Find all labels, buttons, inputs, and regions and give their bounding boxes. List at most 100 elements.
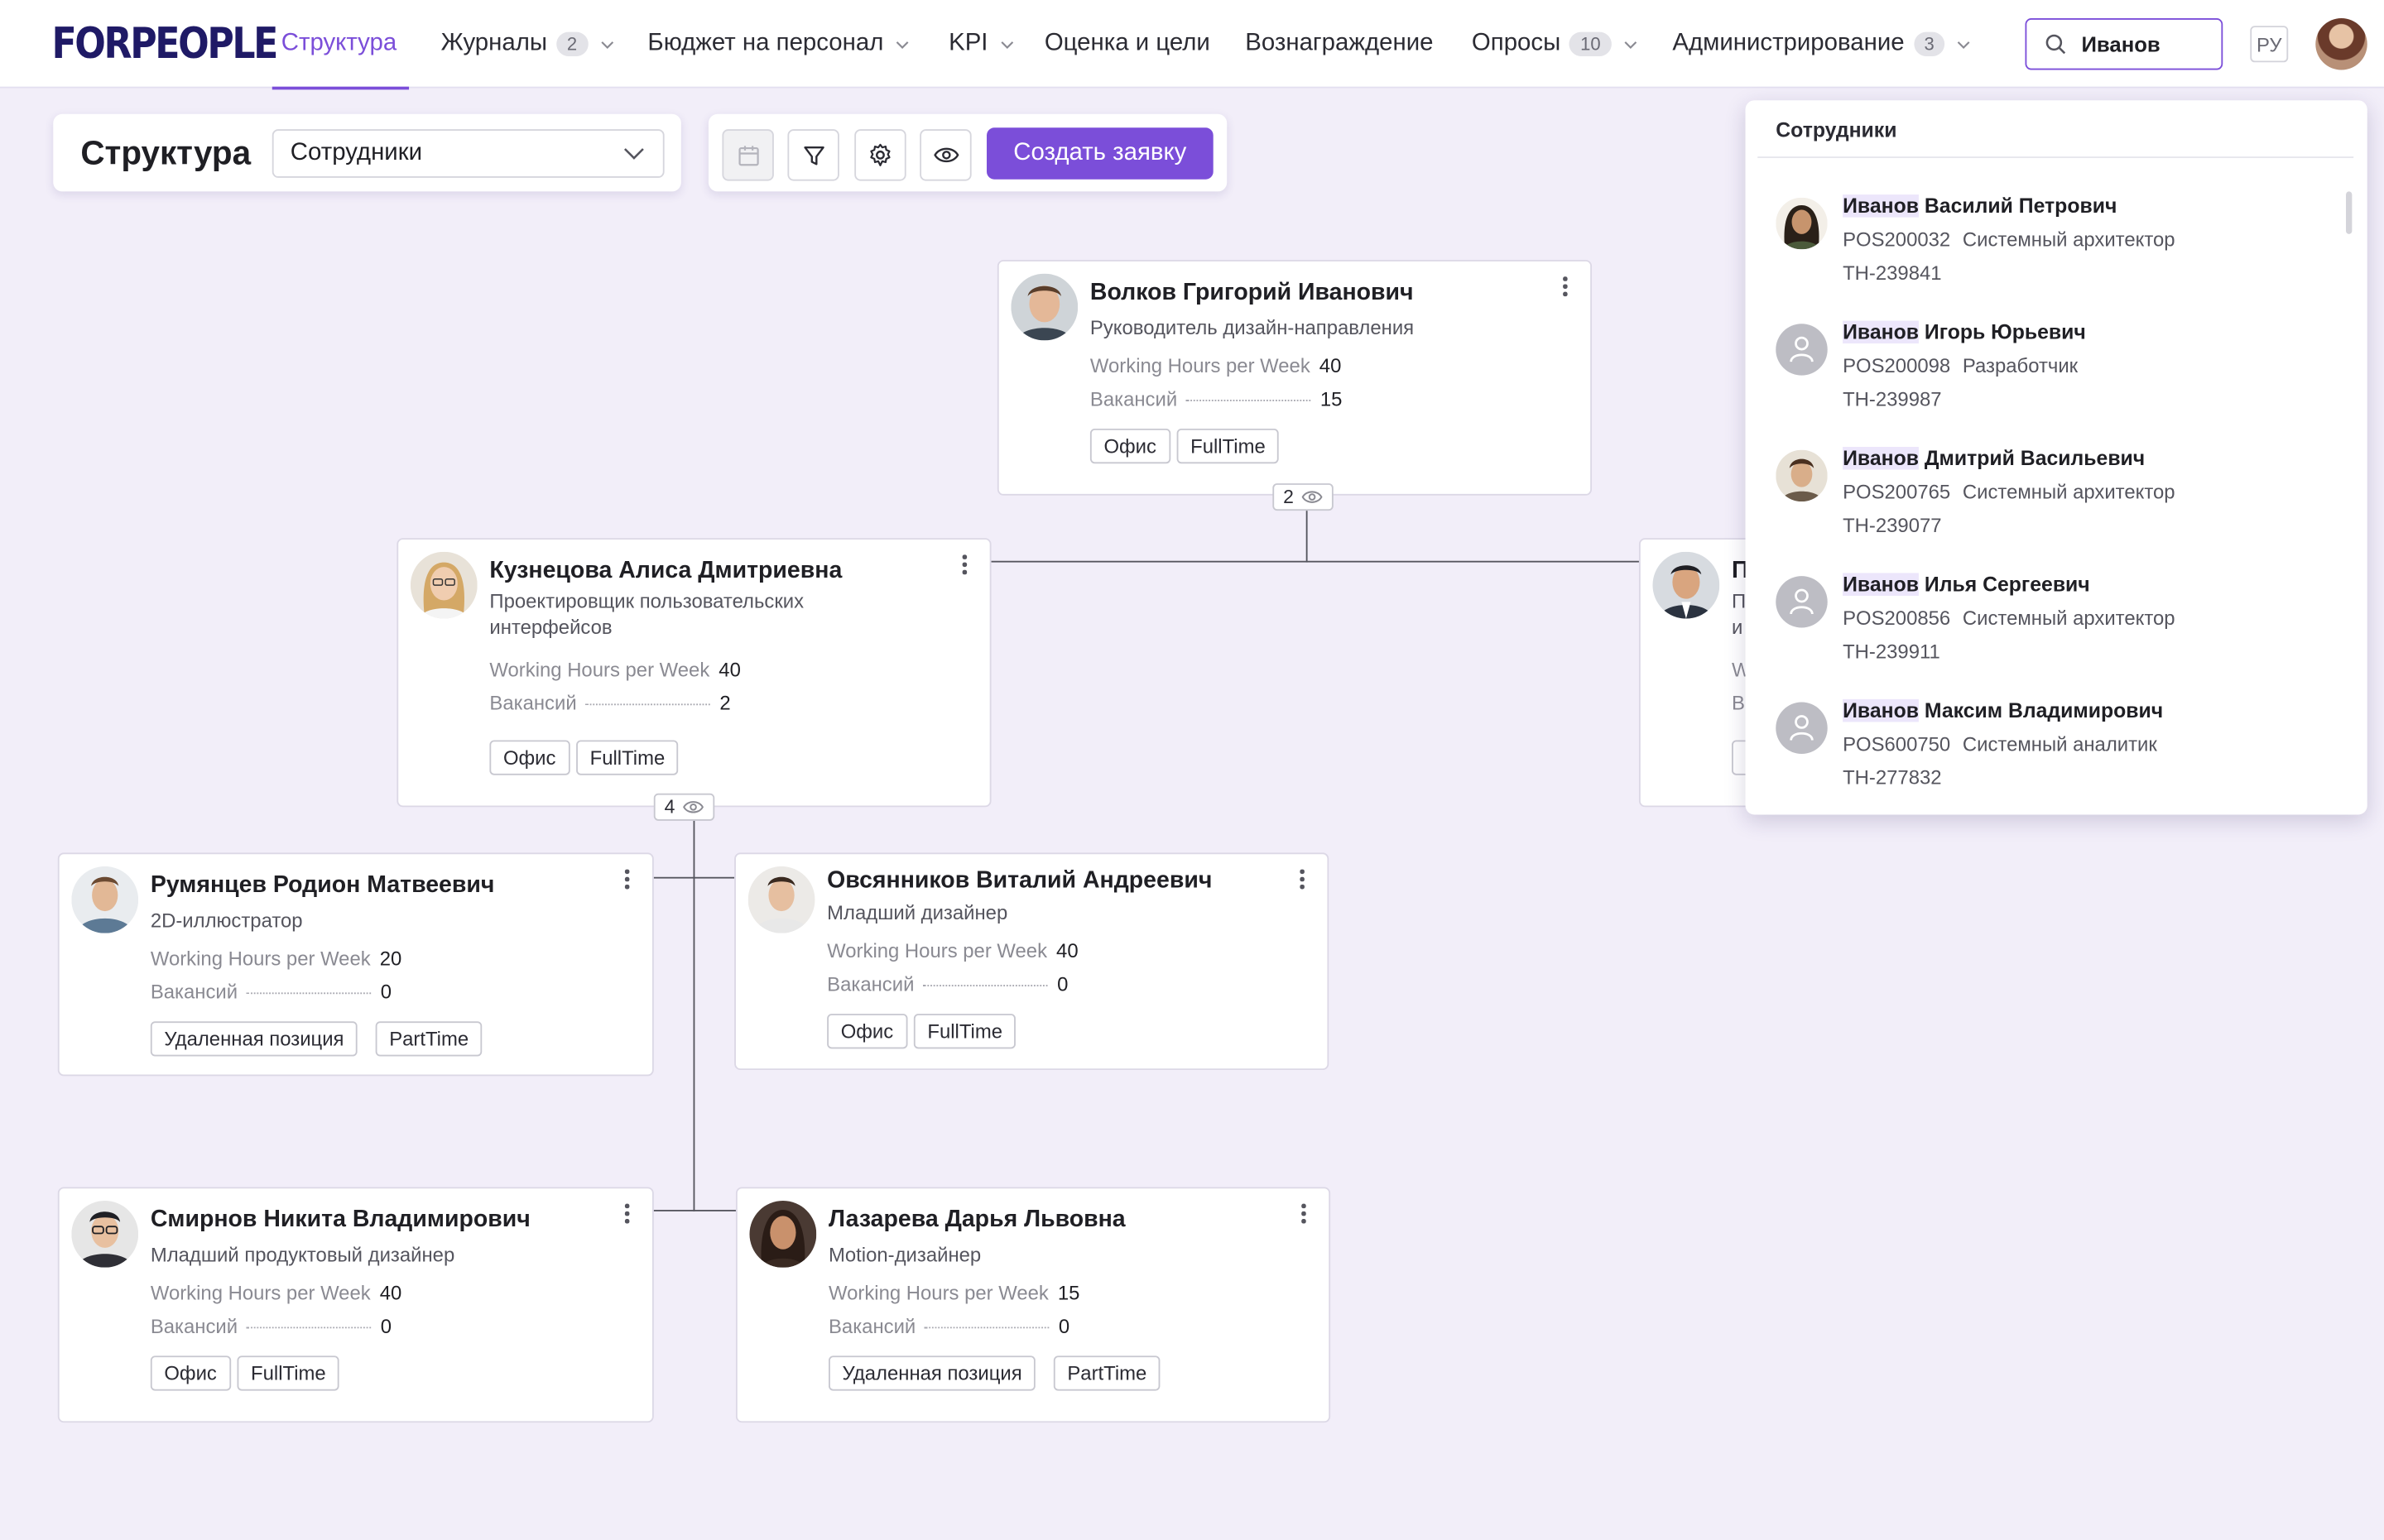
employee-code: TH-239987 [1843,387,1942,410]
vacancies-label: Вакансий [489,691,577,715]
vacancies-label: Вакансий [1089,387,1178,410]
logo[interactable]: FORPEOPLE [51,18,278,69]
vacancies-value: 0 [1058,1314,1070,1338]
search-input[interactable] [2078,30,2207,58]
nav-administration[interactable]: Администрирование 3 [1672,0,1970,89]
calendar-icon [738,145,758,166]
employee-name[interactable]: Румянцев Родион Матвеевич [151,872,495,900]
nav-structure[interactable]: Структура [272,0,409,90]
employee-name[interactable]: Кузнецова Алиса Дмитриевна [489,558,842,585]
filter-button[interactable] [787,129,839,181]
nav-label: KPI [949,30,988,56]
nav-budget[interactable]: Бюджет на персонал [647,0,909,89]
connector-line [653,876,735,879]
user-avatar[interactable] [2315,18,2367,70]
name-match: Иванов [1843,698,1920,722]
user-icon [1776,576,1828,628]
tag-employment-type: PartTime [1053,1355,1161,1391]
result-name: Иванов Игорь Юрьевич [1843,320,2086,344]
nav-journals[interactable]: Журналы 2 [441,0,614,89]
org-card-smirnov[interactable]: Смирнов Никита Владимирович Младший прод… [57,1187,654,1423]
user-icon [1776,702,1828,755]
create-request-button[interactable]: Создать заявку [987,127,1214,180]
vacancies-stat: Вакансий 0 [151,981,392,1004]
search-field[interactable] [2025,18,2223,70]
position-code: POS600750 [1843,732,1951,756]
name-match: Иванов [1843,446,1920,470]
employee-name[interactable]: Волков Григорий Иванович [1090,280,1414,307]
nav-kpi[interactable]: KPI [949,0,1014,89]
name-match: Иванов [1843,573,1920,596]
nav-label: Опросы [1471,30,1561,56]
language-switch[interactable]: РУ [2250,26,2289,63]
more-vertical-icon[interactable] [962,554,968,578]
visibility-button[interactable] [920,129,972,181]
result-name: Иванов Дмитрий Васильевич [1843,446,2145,470]
search-result-item[interactable]: Иванов Игорь Юрьевич POS200098 Разработчи… [1776,320,2338,428]
hours-value: 15 [1057,1281,1080,1304]
more-vertical-icon[interactable] [1563,276,1569,300]
avatar [1011,273,1079,341]
view-select-value: Сотрудники [290,139,422,166]
position-title: Разработчик [1962,353,2079,377]
hours-stat: Working Hours per Week 40 [1090,354,1341,377]
tag-work-location: Офис [1089,428,1170,464]
tag-employment-type: PartTime [375,1021,483,1057]
view-select[interactable]: Сотрудники [272,129,665,178]
dropdown-scrollbar[interactable] [2346,191,2353,234]
more-vertical-icon[interactable] [1300,869,1305,893]
search-result-item[interactable]: Иванов Максим Владимирович POS600750 Сист… [1776,698,2338,806]
avatar [749,1200,817,1268]
employee-name[interactable]: Овсянников Виталий Андреевич [827,868,1212,895]
avatar [410,551,478,619]
search-results-dropdown: Сотрудники Иванов Василий Петрович POS20… [1745,100,2367,815]
avatar [1652,551,1720,619]
settings-button[interactable] [854,129,906,181]
employee-role: Младший продуктовый дизайнер [150,1243,455,1266]
org-card-ovsyannikov[interactable]: Овсянников Виталий Андреевич Младший диз… [734,852,1329,1071]
search-result-item[interactable]: Иванов Василий Петрович POS200032 Системн… [1776,194,2338,301]
hours-label: Working Hours per Week [150,947,371,970]
employee-name[interactable]: Смирнов Никита Владимирович [151,1207,531,1234]
name-rest: Игорь Юрьевич [1919,320,2086,344]
hours-value: 40 [719,658,741,681]
more-vertical-icon[interactable] [624,869,631,893]
nav-reward[interactable]: Вознаграждение [1245,0,1433,89]
result-meta: POS600750 Системный аналитик [1843,732,2157,756]
org-card-volkov[interactable]: Волков Григорий Иванович Руководитель ди… [997,260,1593,496]
tag-employment-type: FullTime [237,1355,340,1391]
children-toggle[interactable]: 2 [1272,483,1334,511]
org-card-lazareva[interactable]: Лазарева Дарья Львовна Motion-дизайнер W… [735,1187,1331,1423]
nav-label: Вознаграждение [1245,30,1434,56]
employee-role: Руководитель дизайн-направления [1089,316,1415,339]
chevron-down-icon [623,148,644,160]
result-meta: POS200032 Системный архитектор [1843,228,2175,252]
hours-value: 40 [1056,939,1079,962]
user-icon [1776,324,1828,376]
nav-surveys[interactable]: Опросы 10 [1472,0,1637,89]
avatar [1776,197,1828,250]
search-result-item[interactable]: Иванов Илья Сергеевич POS200856 Системный… [1776,573,2338,679]
name-rest: Василий Петрович [1919,194,2117,218]
org-card-rumyantsev[interactable]: Румянцев Родион Матвеевич 2D-иллюстратор… [57,852,654,1077]
calendar-button[interactable] [722,129,774,181]
children-toggle[interactable]: 4 [653,793,715,821]
more-vertical-icon[interactable] [624,1203,631,1227]
role-fragment: и [1732,615,1743,639]
employee-code: TH-239911 [1843,640,1940,663]
hours-label: Working Hours per Week [489,658,710,681]
org-card-kuznetsova[interactable]: Кузнецова Алиса Дмитриевна Проектировщик… [397,538,992,808]
position-code: POS200856 [1843,606,1951,630]
nav-badge: 2 [556,31,589,56]
vacancies-value: 0 [1057,972,1069,996]
vacancies-value: 2 [719,691,731,715]
tag-employment-type: FullTime [1176,428,1280,464]
role-fragment: П [1732,589,1747,613]
nav-evaluation[interactable]: Оценка и цели [1045,0,1210,89]
more-vertical-icon[interactable] [1301,1203,1307,1227]
employee-name[interactable]: Лазарева Дарья Львовна [829,1207,1126,1234]
search-result-item[interactable]: Иванов Дмитрий Васильевич POS200765 Систе… [1776,446,2338,554]
employee-code: TH-239077 [1843,513,1942,537]
position-code: POS200765 [1843,480,1951,503]
vacancies-value: 15 [1319,387,1343,410]
